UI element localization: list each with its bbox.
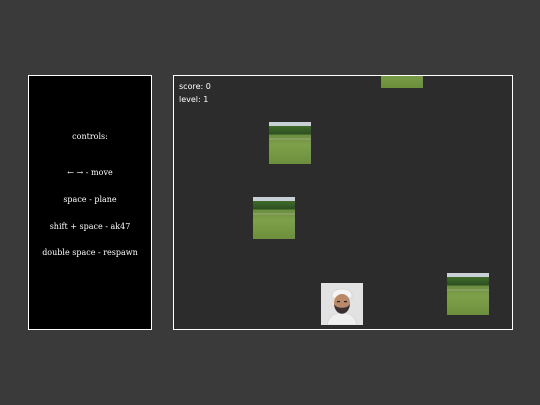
controls-panel: controls: ← → - move space - plane shift… (28, 75, 152, 330)
field-obstacle (381, 76, 423, 88)
field-obstacle (253, 197, 295, 239)
face-portrait-icon (321, 283, 363, 325)
score-label: score: 0 (179, 82, 211, 91)
field-obstacle (447, 273, 489, 315)
control-move: ← → - move (67, 168, 113, 177)
game-canvas[interactable]: score: 0 level: 1 (173, 75, 513, 330)
control-ak47: shift + space - ak47 (49, 222, 131, 231)
field-obstacle (269, 122, 311, 164)
player-sprite[interactable] (321, 283, 363, 325)
control-plane: space - plane (63, 195, 117, 204)
control-respawn: double space - respawn (42, 248, 138, 257)
level-label: level: 1 (179, 95, 209, 104)
controls-title: controls: (72, 132, 108, 141)
